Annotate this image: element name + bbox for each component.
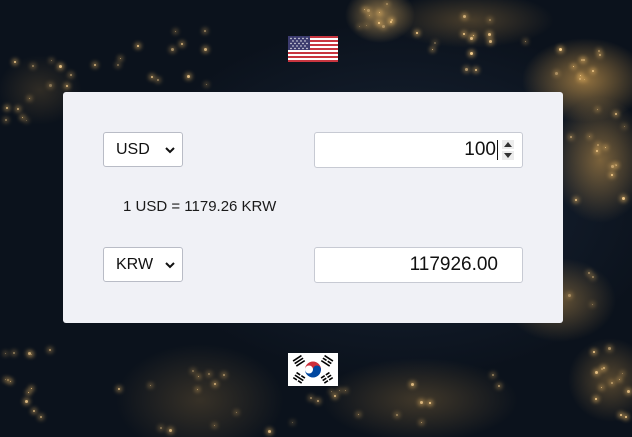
to-amount-output[interactable]: 117926.00 bbox=[314, 247, 523, 283]
converter-card: USD 100 1 USD = 1179.26 KRW KRW 117926.0… bbox=[63, 92, 563, 323]
city-light-dot bbox=[6, 379, 9, 382]
city-light-dot bbox=[554, 71, 558, 75]
city-light-dot bbox=[597, 49, 600, 52]
to-amount-value: 117926.00 bbox=[409, 254, 498, 275]
city-light-dot bbox=[366, 8, 370, 12]
city-light-dot bbox=[4, 378, 6, 380]
city-light-dot bbox=[420, 421, 422, 423]
from-currency-select[interactable]: USD bbox=[103, 132, 183, 167]
city-light-dot bbox=[24, 400, 28, 404]
exchange-rate-text: 1 USD = 1179.26 KRW bbox=[123, 198, 277, 215]
city-light-dot bbox=[16, 107, 19, 110]
city-light-dot bbox=[591, 304, 593, 306]
decrement-button[interactable] bbox=[502, 151, 514, 160]
city-light-dot bbox=[174, 30, 176, 32]
from-currency-label: USD bbox=[116, 140, 150, 158]
to-currency-select[interactable]: KRW bbox=[103, 247, 183, 282]
city-light-dot bbox=[93, 63, 96, 66]
city-light-dot bbox=[592, 69, 595, 72]
chevron-down-icon bbox=[164, 143, 176, 155]
city-light-dot bbox=[70, 73, 73, 76]
city-light-dot bbox=[491, 374, 494, 376]
city-light-dot bbox=[611, 173, 614, 176]
from-amount-value: 100 bbox=[464, 139, 496, 160]
city-light-dot bbox=[223, 373, 226, 376]
city-light-dot bbox=[136, 44, 139, 47]
city-light-dot bbox=[462, 14, 466, 18]
city-light-dot bbox=[434, 41, 436, 44]
city-light-dot bbox=[21, 116, 23, 118]
to-currency-label: KRW bbox=[116, 255, 154, 273]
city-light-dot bbox=[597, 143, 600, 146]
city-light-dot bbox=[181, 42, 184, 45]
city-light-dot bbox=[27, 351, 31, 355]
city-light-dot bbox=[567, 293, 571, 297]
city-light-dot bbox=[159, 426, 162, 429]
from-amount-input[interactable]: 100 bbox=[314, 132, 523, 168]
city-light-dot bbox=[65, 84, 68, 87]
city-light-dot bbox=[582, 59, 585, 62]
city-light-dot bbox=[213, 382, 216, 385]
city-light-dot bbox=[32, 409, 35, 412]
city-light-dot bbox=[316, 399, 319, 402]
city-light-dot bbox=[386, 2, 389, 5]
city-light-dot bbox=[465, 68, 468, 72]
city-light-dot bbox=[58, 65, 62, 69]
city-light-dot bbox=[157, 78, 160, 81]
city-light-dot bbox=[310, 397, 312, 400]
city-light-dot bbox=[588, 271, 591, 274]
city-light-dot bbox=[368, 14, 370, 16]
city-light-dot bbox=[377, 22, 380, 25]
city-light-dot bbox=[462, 32, 465, 35]
amount-stepper[interactable] bbox=[502, 140, 514, 160]
city-light-dot bbox=[621, 196, 625, 200]
city-light-dot bbox=[150, 75, 153, 78]
city-light-dot bbox=[469, 52, 473, 56]
city-light-dot bbox=[614, 113, 617, 116]
chevron-down-icon bbox=[164, 258, 176, 270]
city-light-dot bbox=[470, 36, 474, 40]
city-light-dot bbox=[12, 351, 15, 354]
text-caret bbox=[497, 140, 498, 160]
city-light-dot bbox=[149, 384, 151, 386]
city-light-dot bbox=[614, 164, 617, 167]
city-light-dot bbox=[610, 164, 614, 168]
city-light-dot bbox=[191, 370, 194, 373]
city-light-dot bbox=[9, 380, 11, 382]
city-light-dot bbox=[381, 24, 385, 28]
city-light-dot bbox=[626, 389, 630, 393]
korea-flag-icon bbox=[288, 353, 338, 386]
city-light-dot bbox=[578, 78, 581, 81]
us-flag-icon bbox=[288, 36, 338, 62]
city-light-dot bbox=[25, 119, 27, 121]
city-light-dot bbox=[170, 47, 174, 51]
city-light-dot bbox=[214, 424, 216, 426]
increment-button[interactable] bbox=[502, 140, 514, 149]
city-light-dot bbox=[196, 388, 198, 390]
city-light-dot bbox=[607, 346, 611, 350]
city-light-dot bbox=[601, 386, 603, 388]
